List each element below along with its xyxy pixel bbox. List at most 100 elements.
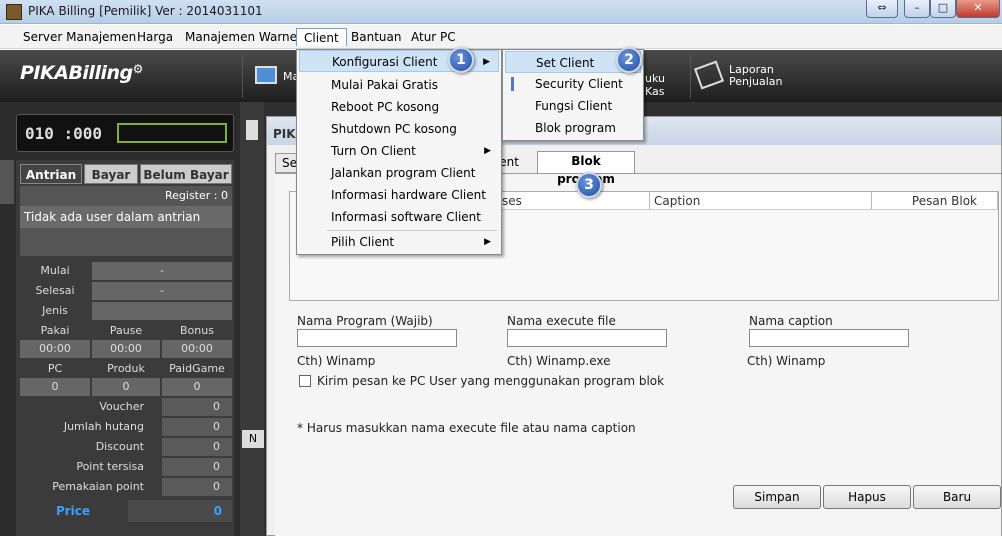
menu-client[interactable]: Client xyxy=(296,28,347,46)
menu-reboot-pc-kosong[interactable]: Reboot PC kosong xyxy=(299,96,499,118)
kirim-pesan-checkbox[interactable] xyxy=(299,375,311,387)
tab-belum-bayar[interactable]: Belum Bayar xyxy=(140,164,232,184)
nama-program-label: Nama Program (Wajib) xyxy=(297,314,433,328)
bonus-label: Bonus xyxy=(180,324,214,337)
menu-shutdown-pc-kosong[interactable]: Shutdown PC kosong xyxy=(299,118,499,140)
submenu-security-client[interactable]: Security Client xyxy=(505,73,641,95)
baru-button[interactable]: Baru xyxy=(913,485,1001,509)
counter-value: 010 :000 xyxy=(25,124,103,143)
konfigurasi-client-label: Konfigurasi Client xyxy=(332,55,438,69)
tab-blok-program[interactable]: Blok program xyxy=(537,151,635,186)
submenu-arrow-icon: ▶ xyxy=(484,237,491,247)
nama-execute-input[interactable] xyxy=(507,329,667,347)
logo-text-a: PIKA xyxy=(20,62,69,84)
selesai-value: - xyxy=(92,282,232,300)
minimize-button[interactable]: – xyxy=(904,0,930,18)
tab-antrian[interactable]: Antrian xyxy=(20,164,82,184)
turn-on-client-label: Turn On Client xyxy=(331,144,416,158)
pemakaian-point-label: Pemakaian point xyxy=(52,480,144,493)
logo-gear-icon: ⚙ xyxy=(132,62,144,76)
counter-bar xyxy=(117,123,227,143)
collapse-arrow-icon[interactable] xyxy=(246,120,258,140)
tool-icon xyxy=(511,77,523,91)
middle-strip: N xyxy=(240,102,264,536)
point-tersisa-value: 0 xyxy=(162,458,232,476)
simpan-button[interactable]: Simpan xyxy=(733,485,821,509)
logo-text-b: Billing xyxy=(68,62,133,84)
selesai-label: Selesai xyxy=(35,284,75,297)
submenu-arrow-icon: ▶ xyxy=(484,146,491,156)
mulai-value: - xyxy=(92,262,232,280)
pc-label: PC xyxy=(47,362,63,375)
discount-value: 0 xyxy=(162,438,232,456)
bonus-value: 00:00 xyxy=(162,340,232,358)
menu-server-manajemen[interactable]: Server Manajemen xyxy=(16,28,143,46)
column-caption[interactable]: Caption xyxy=(650,192,872,210)
app-logo: PIKABilling⚙ xyxy=(20,62,143,84)
nama-execute-label: Nama execute file xyxy=(507,314,616,328)
buku-kas-button[interactable]: uku Kas xyxy=(640,54,686,98)
discount-label: Discount xyxy=(95,440,144,453)
security-client-label: Security Client xyxy=(535,77,623,91)
restore-window-button[interactable]: ⇔ xyxy=(866,0,898,18)
column-pesan-blok[interactable]: Pesan Blok xyxy=(872,192,998,210)
menu-bar: Server Manajemen Harga Manajemen Warnet … xyxy=(0,25,1002,49)
step-badge-2: 2 xyxy=(616,47,642,73)
maximize-button[interactable]: □ xyxy=(930,0,956,18)
menu-harga[interactable]: Harga xyxy=(130,28,180,46)
step-badge-1: 1 xyxy=(448,47,474,73)
client-menu: Konfigurasi Client ▶ Mulai Pakai Gratis R… xyxy=(296,49,502,255)
report-icon xyxy=(693,60,725,90)
laporan-label: Laporan Penjualan xyxy=(729,63,783,88)
laporan-penjualan-button[interactable]: Laporan Penjualan xyxy=(690,54,788,98)
produk-label: Produk xyxy=(107,362,145,375)
submenu-fungsi-client[interactable]: Fungsi Client xyxy=(505,95,641,117)
pemakaian-point-value: 0 xyxy=(162,478,232,496)
kirim-pesan-label: Kirim pesan ke PC User yang menggunakan … xyxy=(317,374,665,388)
paidgame-value: 0 xyxy=(162,378,232,396)
left-collapse-handle[interactable] xyxy=(0,160,14,204)
window-title: PIKA Billing [Pemilik] Ver : 2014031101 xyxy=(28,4,263,18)
jenis-value xyxy=(92,302,232,320)
menu-mulai-pakai-gratis[interactable]: Mulai Pakai Gratis xyxy=(299,74,499,96)
example-execute: Cth) Winamp.exe xyxy=(507,354,611,368)
queue-list[interactable] xyxy=(20,228,232,256)
register-count: Register : 0 xyxy=(20,186,232,206)
app-icon xyxy=(6,4,22,20)
menu-bantuan[interactable]: Bantuan xyxy=(344,28,408,46)
jenis-label: Jenis xyxy=(42,304,68,317)
menu-pilih-client[interactable]: Pilih Client ▶ xyxy=(299,231,499,253)
pc-value: 0 xyxy=(20,378,90,396)
queue-message: Tidak ada user dalam antrian xyxy=(20,206,232,228)
close-button[interactable]: ✕ xyxy=(956,0,1000,18)
menu-informasi-hardware-client[interactable]: Informasi hardware Client xyxy=(299,184,499,206)
produk-value: 0 xyxy=(92,378,160,396)
monitor-button[interactable]: Ma xyxy=(242,54,302,98)
nama-program-input[interactable] xyxy=(297,329,457,347)
menu-atur-pc[interactable]: Atur PC xyxy=(404,28,463,46)
menu-manajemen-warnet[interactable]: Manajemen Warnet xyxy=(178,28,309,46)
hapus-button[interactable]: Hapus xyxy=(823,485,911,509)
price-value: 0 xyxy=(128,500,232,522)
required-note: * Harus masukkan nama execute file atau … xyxy=(297,421,636,435)
price-label: Price xyxy=(20,500,126,522)
step-badge-3: 3 xyxy=(576,172,602,198)
menu-turn-on-client[interactable]: Turn On Client ▶ xyxy=(299,140,499,162)
title-bar: PIKA Billing [Pemilik] Ver : 2014031101 … xyxy=(0,0,1002,24)
column-proses[interactable]: roses xyxy=(486,192,650,210)
menu-jalankan-program-client[interactable]: Jalankan program Client xyxy=(299,162,499,184)
voucher-value: 0 xyxy=(162,398,232,416)
paidgame-label: PaidGame xyxy=(169,362,225,375)
submenu-blok-program[interactable]: Blok program xyxy=(505,117,641,139)
tab-set-client[interactable]: Set xyxy=(275,153,302,173)
pakai-value: 00:00 xyxy=(20,340,90,358)
tab-bayar[interactable]: Bayar xyxy=(84,164,138,184)
nama-caption-input[interactable] xyxy=(749,329,909,347)
counter-display: 010 :000 xyxy=(16,114,234,152)
submenu-arrow-icon: ▶ xyxy=(483,57,490,67)
point-tersisa-label: Point tersisa xyxy=(76,460,144,473)
menu-informasi-software-client[interactable]: Informasi software Client xyxy=(299,206,499,228)
example-caption: Cth) Winamp xyxy=(747,354,826,368)
strip-n-label: N xyxy=(242,430,264,448)
jumlah-hutang-label: Jumlah hutang xyxy=(63,420,144,433)
